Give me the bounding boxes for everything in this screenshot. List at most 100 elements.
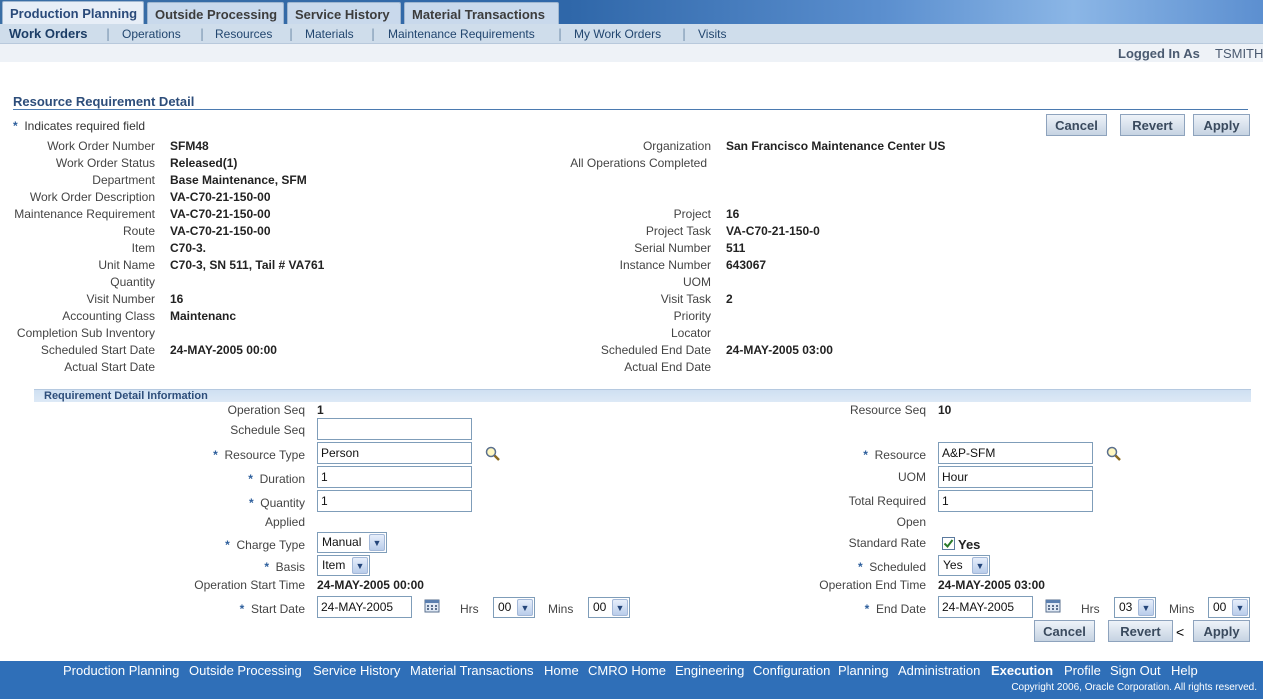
footer-link-material-transactions[interactable]: Material Transactions bbox=[410, 663, 534, 678]
calendar-icon[interactable] bbox=[424, 598, 441, 614]
subnav-separator: | bbox=[371, 27, 376, 41]
basis-label-text: Basis bbox=[275, 560, 305, 574]
subnav-maintenance-requirements[interactable]: Maintenance Requirements bbox=[388, 27, 535, 41]
field-value: 24-MAY-2005 00:00 bbox=[170, 343, 277, 357]
footer-link-service-history[interactable]: Service History bbox=[313, 663, 400, 678]
search-icon[interactable] bbox=[484, 445, 502, 463]
apply-button[interactable]: Apply bbox=[1193, 114, 1250, 136]
resource-seq-label: Resource Seq bbox=[849, 403, 926, 417]
total-required-input[interactable]: 1 bbox=[938, 490, 1093, 512]
field-label: Completion Sub Inventory bbox=[16, 326, 155, 340]
duration-label: * Duration bbox=[248, 472, 305, 486]
scheduled-select[interactable]: Yes ▼ bbox=[938, 555, 990, 576]
start-date-input[interactable]: 24-MAY-2005 bbox=[317, 596, 412, 618]
footer-link-home[interactable]: Home bbox=[544, 663, 579, 678]
footer-link-outside-processing[interactable]: Outside Processing bbox=[189, 663, 302, 678]
start-mins-select[interactable]: 00 ▼ bbox=[588, 597, 630, 618]
field-label: Item bbox=[131, 241, 155, 255]
scheduled-value: Yes bbox=[943, 558, 963, 572]
tab-production-planning[interactable]: Production Planning bbox=[2, 1, 144, 24]
field-label: Unit Name bbox=[98, 258, 155, 272]
field-label: Actual Start Date bbox=[64, 360, 155, 374]
footer-link-administration[interactable]: Administration bbox=[898, 663, 980, 678]
field-label: Organization bbox=[642, 139, 711, 153]
field-value: San Francisco Maintenance Center US bbox=[726, 139, 946, 153]
sub-navigation: Work Orders | Operations | Resources | M… bbox=[0, 24, 1263, 44]
resource-input[interactable]: A&P-SFM bbox=[938, 442, 1093, 464]
field-label: Project bbox=[673, 207, 711, 221]
field-label: Serial Number bbox=[634, 241, 711, 255]
stray-text: < bbox=[1176, 624, 1185, 640]
footer-link-planning[interactable]: Planning bbox=[838, 663, 889, 678]
basis-select[interactable]: Item ▼ bbox=[317, 555, 370, 576]
field-label: Route bbox=[122, 224, 155, 238]
search-icon[interactable] bbox=[1105, 445, 1123, 463]
field-label: Scheduled Start Date bbox=[40, 343, 155, 357]
login-bar: Logged In As TSMITH bbox=[0, 44, 1263, 62]
field-value: 2 bbox=[726, 292, 733, 306]
tab-service-history[interactable]: Service History bbox=[287, 2, 401, 24]
subnav-visits[interactable]: Visits bbox=[698, 27, 726, 41]
required-star: * bbox=[264, 560, 269, 574]
field-label: Actual End Date bbox=[624, 360, 711, 374]
field-value: VA-C70-21-150-00 bbox=[170, 207, 271, 221]
section-title: Requirement Detail Information bbox=[44, 390, 208, 402]
footer-link-production-planning[interactable]: Production Planning bbox=[63, 663, 179, 678]
end-date-label: * End Date bbox=[865, 602, 926, 616]
field-value: SFM48 bbox=[170, 139, 209, 153]
revert-button-bottom[interactable]: Revert bbox=[1108, 620, 1173, 642]
quantity-label: * Quantity bbox=[249, 496, 305, 510]
resource-label: * Resource bbox=[863, 448, 926, 462]
required-note-text: Indicates required field bbox=[24, 119, 146, 133]
footer-link-cmro-home[interactable]: CMRO Home bbox=[588, 663, 666, 678]
resource-type-input[interactable]: Person bbox=[317, 442, 472, 464]
end-mins-value: 00 bbox=[1213, 600, 1227, 614]
logged-in-user: TSMITH bbox=[1215, 46, 1263, 61]
cancel-button-bottom[interactable]: Cancel bbox=[1034, 620, 1095, 642]
field-label: Locator bbox=[670, 326, 711, 340]
footer-link-profile[interactable]: Profile bbox=[1064, 663, 1101, 678]
field-label: Work Order Status bbox=[55, 156, 155, 170]
schedule-seq-input[interactable] bbox=[317, 418, 472, 440]
revert-button[interactable]: Revert bbox=[1120, 114, 1185, 136]
footer-link-configuration[interactable]: Configuration bbox=[753, 663, 830, 678]
operation-seq-label: Operation Seq bbox=[227, 403, 305, 417]
footer-link-help[interactable]: Help bbox=[1171, 663, 1198, 678]
cancel-button[interactable]: Cancel bbox=[1046, 114, 1107, 136]
subnav-resources[interactable]: Resources bbox=[215, 27, 272, 41]
required-star: * bbox=[213, 448, 218, 462]
end-mins-select[interactable]: 00 ▼ bbox=[1208, 597, 1250, 618]
subnav-operations[interactable]: Operations bbox=[122, 27, 181, 41]
subnav-materials[interactable]: Materials bbox=[305, 27, 354, 41]
chevron-down-icon: ▼ bbox=[517, 599, 533, 616]
tab-outside-processing[interactable]: Outside Processing bbox=[147, 2, 284, 24]
copyright: Copyright 2006, Oracle Corporation. All … bbox=[1011, 682, 1257, 693]
required-star: * bbox=[248, 496, 254, 510]
field-label: Department bbox=[92, 173, 155, 187]
subnav-my-work-orders[interactable]: My Work Orders bbox=[574, 27, 661, 41]
operation-start-time-label: Operation Start Time bbox=[194, 578, 305, 592]
field-label: Maintenance Requirement bbox=[14, 207, 155, 221]
calendar-icon[interactable] bbox=[1045, 598, 1062, 614]
subnav-work-orders[interactable]: Work Orders bbox=[9, 26, 88, 41]
apply-button-bottom[interactable]: Apply bbox=[1193, 620, 1250, 642]
standard-rate-checkbox[interactable] bbox=[942, 537, 955, 550]
field-label: Visit Task bbox=[660, 292, 711, 306]
duration-input[interactable]: 1 bbox=[317, 466, 472, 488]
quantity-input[interactable]: 1 bbox=[317, 490, 472, 512]
uom-input[interactable]: Hour bbox=[938, 466, 1093, 488]
field-value: VA-C70-21-150-00 bbox=[170, 224, 271, 238]
end-date-input[interactable]: 24-MAY-2005 bbox=[938, 596, 1033, 618]
field-value: 16 bbox=[726, 207, 740, 221]
chevron-down-icon: ▼ bbox=[1138, 599, 1154, 616]
operation-end-time-label: Operation End Time bbox=[819, 578, 926, 592]
field-value: C70-3, SN 511, Tail # VA761 bbox=[170, 258, 325, 272]
tab-material-transactions[interactable]: Material Transactions bbox=[404, 2, 559, 24]
charge-type-select[interactable]: Manual ▼ bbox=[317, 532, 387, 553]
start-hrs-select[interactable]: 00 ▼ bbox=[493, 597, 535, 618]
footer-link-engineering[interactable]: Engineering bbox=[675, 663, 744, 678]
field-value: C70-3. bbox=[170, 241, 207, 255]
end-hrs-select[interactable]: 03 ▼ bbox=[1114, 597, 1156, 618]
footer-link-execution[interactable]: Execution bbox=[991, 663, 1053, 678]
footer-link-sign-out[interactable]: Sign Out bbox=[1110, 663, 1161, 678]
